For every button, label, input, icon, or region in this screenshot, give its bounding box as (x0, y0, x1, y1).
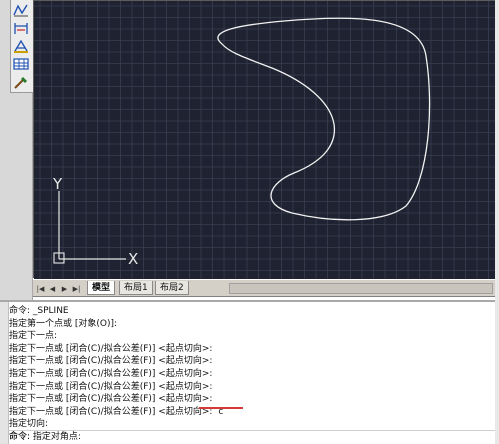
layout-tabs-bar: |◀ ◀ ▶ ▶| 模型 布局1 布局2 (33, 279, 495, 297)
tab-layout2[interactable]: 布局2 (155, 281, 189, 295)
next-tab-button[interactable]: ▶ (60, 284, 69, 294)
last-tab-button[interactable]: ▶| (72, 284, 81, 294)
command-history: 命令: _SPLINE 指定第一个点或 [对象(O)]: 指定下一点: 指定下一… (9, 305, 495, 444)
command-prompt-text: 指定下一点或 [闭合(C)/拟合公差(F)] <起点切向>: (9, 406, 213, 417)
command-window[interactable]: 命令: _SPLINE 指定第一个点或 [对象(O)]: 指定下一点: 指定下一… (0, 300, 495, 444)
command-history-line: 指定下一点或 [闭合(C)/拟合公差(F)] <起点切向>: (9, 393, 495, 406)
command-prompt-text: 指定下一点或 [闭合(C)/拟合公差(F)] <起点切向>: (9, 394, 213, 405)
match-properties-icon[interactable] (12, 74, 30, 90)
first-tab-button[interactable]: |◀ (36, 284, 45, 294)
text-icon[interactable] (12, 38, 30, 54)
command-history-line: 指定下一点或 [闭合(C)/拟合公差(F)] <起点切向>: (9, 381, 213, 392)
command-history-line: 指定第一个点或 [对象(O)]: (9, 318, 118, 329)
tab-layout1[interactable]: 布局1 (119, 281, 153, 295)
tab-model[interactable]: 模型 (87, 281, 116, 295)
command-history-line: 指定下一点: (9, 331, 58, 342)
command-window-grip[interactable] (0, 302, 9, 444)
red-underline-annotation (199, 407, 243, 409)
command-input-line[interactable]: 命令: (9, 430, 495, 443)
right-edge (495, 0, 499, 444)
command-history-line: 指定下一点或 [闭合(C)/拟合公差(F)] <起点切向>: (9, 343, 213, 354)
drawing-canvas[interactable]: YX (33, 0, 496, 279)
command-history-line: 指定下一点或 [闭合(C)/拟合公差(F)] <起点切向>: (9, 356, 213, 367)
cad-application-window: YX |◀ ◀ ▶ ▶| 模型 布局1 布局2 命令: _SPLINE 指定第一… (0, 0, 499, 444)
canvas-background (34, 1, 496, 279)
ucs-x-label: X (128, 250, 138, 268)
canvas-svg: YX (34, 1, 496, 279)
left-toolbar (0, 0, 34, 300)
dimension-icon[interactable] (12, 20, 30, 36)
horizontal-scrollbar[interactable] (229, 283, 493, 294)
ucs-y-label: Y (52, 175, 63, 193)
prev-tab-button[interactable]: ◀ (48, 284, 57, 294)
table-icon[interactable] (12, 56, 30, 72)
command-history-line: 指定下一点或 [闭合(C)/拟合公差(F)] <起点切向>: (9, 368, 213, 379)
command-history-line: 命令: _SPLINE (9, 306, 69, 316)
command-history-line: 指定下一点或 [闭合(C)/拟合公差(F)] <起点切向>: c (9, 406, 495, 419)
polyline-icon[interactable] (12, 2, 30, 18)
